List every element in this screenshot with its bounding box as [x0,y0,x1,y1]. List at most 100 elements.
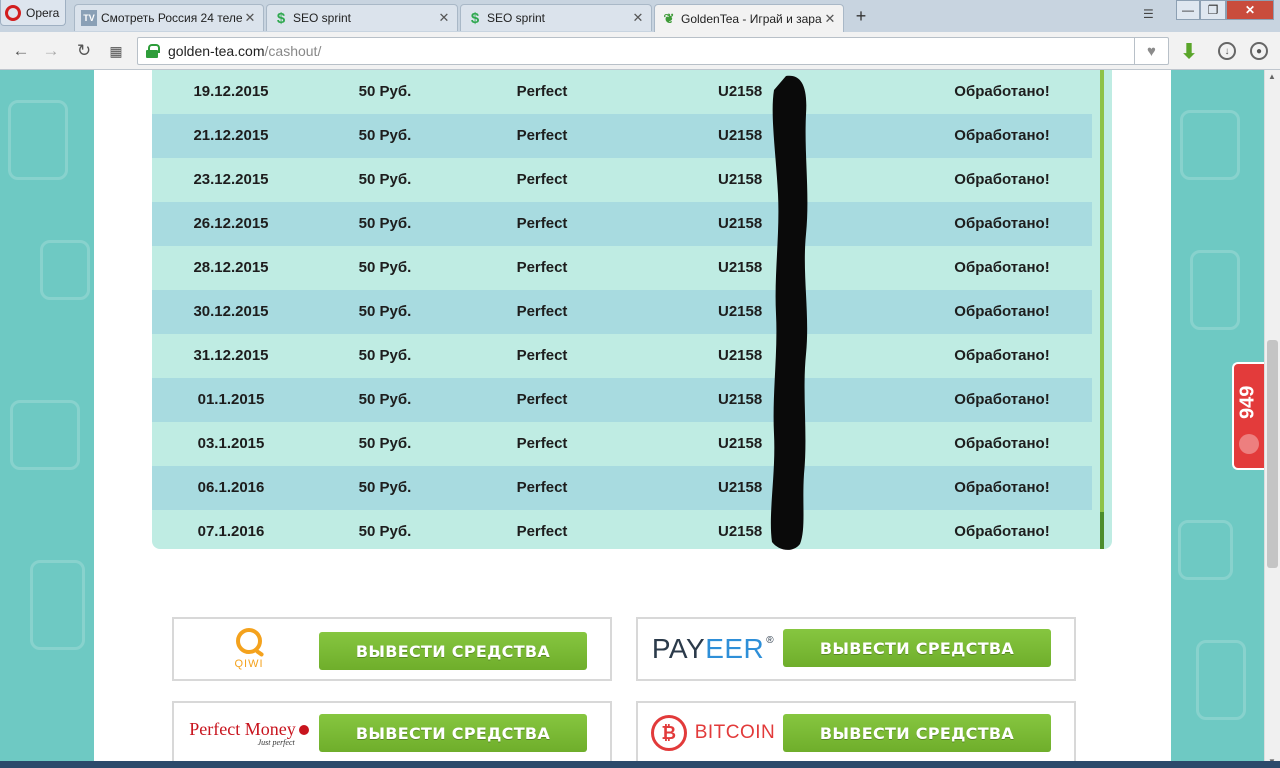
payout-status: Обработано! [954,523,1050,540]
close-tab-icon[interactable]: ✕ [631,10,645,26]
payout-amount: 50 Руб. [358,391,412,408]
tab-title: GoldenTea - Играй и зара [681,11,822,26]
payout-date: 01.1.2015 [197,391,265,408]
downloads-icon[interactable]: ↓ [1216,40,1238,62]
payeer-withdraw-button[interactable]: ВЫВЕСТИ СРЕДСТВА [783,629,1051,667]
tab-title: SEO sprint [293,11,352,25]
tab-title: SEO sprint [487,11,546,25]
cashout-content: 19.12.2015 50 Руб. Perfect U2158 Обработано!… [94,70,1171,768]
payout-status: Обработано! [954,391,1050,408]
minimize-button[interactable]: — [1176,0,1200,20]
table-row: 01.1.2015 50 Руб. Perfect U2158 Обработано! [152,378,1092,422]
payout-date: 23.12.2015 [193,171,269,188]
bitcoin-logo: ₿ BITCOIN [648,703,778,763]
payout-status: Обработано! [954,215,1050,232]
payout-amount: 50 Руб. [358,435,412,452]
payout-date: 07.1.2016 [197,523,265,540]
table-row: 19.12.2015 50 Руб. Perfect U2158 Обработано! [152,70,1092,114]
tab-title: Смотреть Россия 24 теле [101,11,243,25]
background-pattern [40,240,90,300]
payeer-logo-part2: EER [705,633,765,664]
payout-system: Perfect [516,523,568,540]
maximize-button[interactable]: ❐ [1200,0,1226,20]
table-scrollbar[interactable] [1100,70,1104,549]
seo-sprint-icon: $ [470,9,480,27]
address-toolbar: ← → ↻ ▦ golden-tea.com /cashout/ ♥ ⬇ ↓ ● [0,32,1280,70]
perfect-money-withdraw-button[interactable]: ВЫВЕСТИ СРЕДСТВА [319,714,587,752]
close-tab-icon[interactable]: ✕ [823,11,837,27]
table-row: 07.1.2016 50 Руб. Perfect U2158 Обработано! [152,510,1092,554]
seo-sprint-icon: $ [276,9,286,27]
opera-menu-button[interactable]: Opera [0,0,66,26]
account-icon[interactable]: ● [1248,40,1270,62]
payout-system: Perfect [516,127,568,144]
background-pattern [1178,520,1233,580]
close-tab-icon[interactable]: ✕ [437,10,451,26]
url-field[interactable]: golden-tea.com /cashout/ ♥ [137,37,1169,65]
payout-status: Обработано! [954,171,1050,188]
page-scroll-thumb[interactable] [1267,340,1278,568]
speed-dial-icon[interactable]: ▦ [105,41,127,61]
url-host: golden-tea.com [168,43,265,59]
table-row: 26.12.2015 50 Руб. Perfect U2158 Обработано! [152,202,1092,246]
browser-tab-bar: Opera TV Смотреть Россия 24 теле ✕ $ SEO… [0,0,1280,32]
payout-amount: 50 Руб. [358,259,412,276]
table-row: 06.1.2016 50 Руб. Perfect U2158 Обработано! [152,466,1092,510]
table-row: 30.12.2015 50 Руб. Perfect U2158 Обработано! [152,290,1092,334]
table-row: 03.1.2015 50 Руб. Perfect U2158 Обработано! [152,422,1092,466]
scroll-up-icon[interactable]: ▲ [1268,72,1276,81]
background-pattern [30,560,85,650]
payout-amount: 50 Руб. [358,83,412,100]
bitcoin-withdraw-button[interactable]: ВЫВЕСТИ СРЕДСТВА [783,714,1051,752]
tab-menu-icon[interactable]: ☰ [1143,7,1154,21]
forward-icon[interactable]: → [40,41,62,61]
table-row: 28.12.2015 50 Руб. Perfect U2158 Обработано! [152,246,1092,290]
browser-tab-active[interactable]: ❦ GoldenTea - Играй и зара ✕ [654,4,844,32]
back-icon[interactable]: ← [10,41,32,61]
payout-amount: 50 Руб. [358,479,412,496]
payout-system: Perfect [516,83,568,100]
bitcoin-icon: ₿ [650,715,687,751]
payout-date: 03.1.2015 [197,435,265,452]
payeer-logo: PAY EER ® [648,619,778,679]
new-tab-button[interactable]: + [851,6,871,26]
bitcoin-logo-text: BITCOIN [694,722,776,743]
payout-system: Perfect [516,347,568,364]
payment-card-bitcoin: ₿ BITCOIN ВЫВЕСТИ СРЕДСТВА [636,701,1076,765]
browser-tab[interactable]: $ SEO sprint ✕ [460,4,652,31]
payout-status: Обработано! [954,347,1050,364]
browser-tab[interactable]: $ SEO sprint ✕ [266,4,458,31]
payout-amount: 50 Руб. [358,215,412,232]
lock-icon [146,44,160,58]
table-row: 31.12.2015 50 Руб. Perfect U2158 Обработано! [152,334,1092,378]
payeer-logo-reg: ® [766,635,775,646]
reload-icon[interactable]: ↻ [73,41,95,61]
payout-date: 30.12.2015 [193,303,269,320]
close-window-button[interactable]: ✕ [1226,0,1274,20]
close-tab-icon[interactable]: ✕ [243,10,257,26]
payeer-logo-part1: PAY [651,633,706,664]
page-scrollbar[interactable]: ▲ ▼ [1264,70,1280,768]
redaction-mark [770,75,808,550]
tv-icon: TV [81,10,97,26]
counter-logo-icon [1239,434,1259,454]
opera-menu-label: Opera [26,5,60,20]
background-pattern [1180,110,1240,180]
table-scroll-thumb[interactable] [1100,512,1104,549]
background-pattern [1190,250,1240,330]
download-arrow-icon[interactable]: ⬇ [1178,40,1200,63]
opera-logo-icon [5,4,21,21]
payout-date: 21.12.2015 [193,127,269,144]
payout-system: Perfect [516,215,568,232]
payout-date: 06.1.2016 [197,479,265,496]
table-row: 23.12.2015 50 Руб. Perfect U2158 Обработано! [152,158,1092,202]
payout-system: Perfect [516,303,568,320]
leaf-icon: ❦ [663,10,675,26]
heart-icon[interactable]: ♥ [1134,38,1168,64]
browser-tab[interactable]: TV Смотреть Россия 24 теле ✕ [74,4,264,31]
payout-system: Perfect [516,171,568,188]
payout-system: Perfect [516,435,568,452]
visitor-counter-widget[interactable]: 949 [1232,362,1264,470]
payment-card-qiwi: QIWI ВЫВЕСТИ СРЕДСТВА [172,617,612,681]
qiwi-withdraw-button[interactable]: ВЫВЕСТИ СРЕДСТВА [319,632,587,670]
